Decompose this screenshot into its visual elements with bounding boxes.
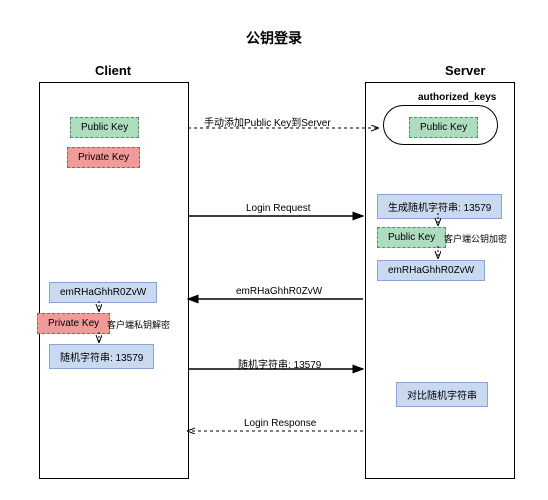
- server-gen-random: 生成随机字符串: 13579: [377, 194, 502, 219]
- msg-add-pub: 手动添加Public Key到Server: [204, 114, 331, 129]
- client-label: Client: [95, 63, 131, 78]
- server-cipher: emRHaGhhR0ZvW: [377, 260, 485, 281]
- server-encrypt-note: 客户端公钥加密: [444, 232, 507, 245]
- server-public-key: Public Key: [409, 117, 478, 138]
- client-private-key-decrypt: Private Key: [37, 313, 110, 334]
- client-cipher: emRHaGhhR0ZvW: [49, 282, 157, 303]
- msg-login-req: Login Request: [246, 203, 311, 214]
- client-plain: 随机字符串: 13579: [49, 344, 154, 369]
- msg-plain-fwd: 随机字符串: 13579: [238, 356, 321, 371]
- page-title: 公钥登录: [0, 0, 548, 48]
- msg-login-resp: Login Response: [244, 418, 316, 429]
- server-label: Server: [445, 63, 485, 78]
- client-private-key: Private Key: [67, 147, 140, 168]
- client-decrypt-note: 客户端私钥解密: [107, 318, 170, 331]
- server-compare: 对比随机字符串: [396, 382, 488, 407]
- server-public-key-encrypt: Public Key: [377, 227, 446, 248]
- client-lifeline: [39, 82, 189, 479]
- client-public-key: Public Key: [70, 117, 139, 138]
- msg-cipher-back: emRHaGhhR0ZvW: [236, 286, 322, 297]
- auth-keys-label: authorized_keys: [418, 92, 496, 103]
